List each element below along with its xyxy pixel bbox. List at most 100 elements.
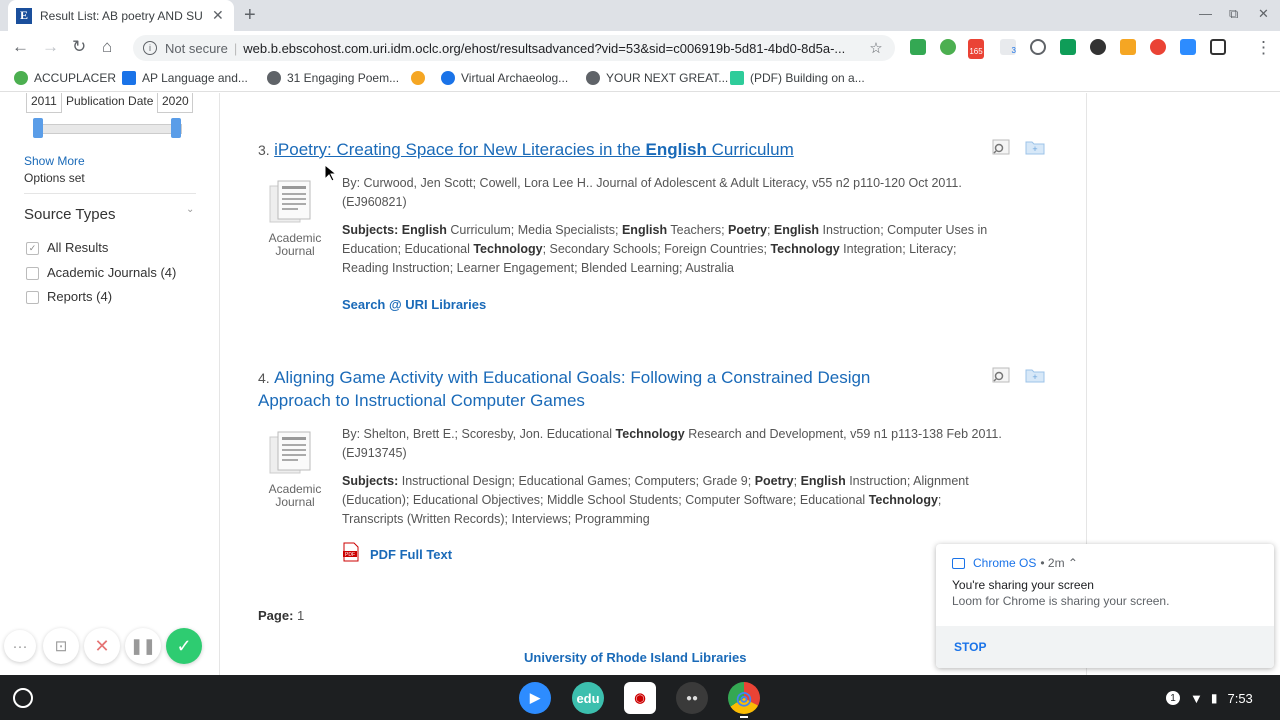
notification-header: Chrome OS • 2m ⌃: [952, 556, 1078, 570]
red-extension-icon[interactable]: [1150, 39, 1166, 55]
title-part: Approach to Instructional Computer Games: [258, 391, 585, 410]
bookmark-label: AP Language and...: [142, 71, 248, 85]
stop-sharing-button[interactable]: STOP: [954, 640, 986, 654]
reload-icon[interactable]: ↻: [72, 37, 86, 57]
reports-label[interactable]: Reports (4): [47, 289, 112, 304]
minimize-icon[interactable]: —: [1199, 6, 1212, 21]
date-slider-track[interactable]: [36, 124, 182, 134]
camera-extension-icon[interactable]: [1180, 39, 1196, 55]
browser-tab[interactable]: E Result List: AB poetry AND SU tea ✕: [8, 0, 234, 31]
extension-badge-icon[interactable]: 3: [1000, 39, 1016, 55]
all-results-checkbox[interactable]: ✓: [26, 242, 39, 255]
date-slider-right-handle[interactable]: [171, 118, 181, 138]
hand-extension-icon[interactable]: [1120, 39, 1136, 55]
loom-more-icon[interactable]: ···: [4, 630, 36, 662]
bookmark-pdf-building[interactable]: (PDF) Building on a...: [730, 71, 865, 85]
add-to-folder-icon[interactable]: +: [1025, 139, 1045, 155]
footer-library-link[interactable]: University of Rhode Island Libraries: [524, 650, 747, 665]
pub-date-from[interactable]: 2011: [26, 93, 62, 113]
reports-checkbox[interactable]: [26, 291, 39, 304]
screencastify-app-icon[interactable]: ◉: [624, 682, 656, 714]
zoom-app-icon[interactable]: ▶: [519, 682, 551, 714]
address-bar[interactable]: i Not secure | web.b.ebscohost.com.uri.i…: [133, 35, 895, 61]
result-3-subjects-line-2: Education; Educational Technology; Secon…: [342, 240, 956, 259]
launcher-icon[interactable]: [13, 688, 33, 708]
subjects-label: Subjects:: [342, 474, 399, 488]
search-uri-libraries-link[interactable]: Search @ URI Libraries: [342, 297, 486, 312]
add-to-folder-icon[interactable]: +: [1025, 367, 1045, 383]
close-window-icon[interactable]: ✕: [1258, 6, 1269, 22]
loom-cancel-icon[interactable]: ✕: [84, 628, 120, 664]
cast-extension-icon[interactable]: [1060, 39, 1076, 55]
result-4-subjects-line-1: Subjects: Instructional Design; Educatio…: [342, 472, 969, 491]
power-extension-icon[interactable]: [1030, 39, 1046, 55]
loom-pause-icon[interactable]: ❚❚: [125, 628, 161, 664]
close-tab-icon[interactable]: ✕: [212, 7, 224, 24]
status-tray[interactable]: 1 ▼ ▮ 7:53: [1166, 685, 1253, 711]
notification-source: Chrome OS: [973, 556, 1037, 570]
clock: 7:53: [1227, 690, 1253, 706]
date-slider-left-handle[interactable]: [33, 118, 43, 138]
meet-app-icon[interactable]: ●●: [676, 682, 708, 714]
home-icon[interactable]: ⌂: [102, 37, 112, 57]
subject-highlight: English: [800, 474, 846, 488]
preview-magnifier-icon[interactable]: [991, 367, 1011, 383]
notification-time[interactable]: • 2m ⌃: [1040, 556, 1078, 570]
doc-type-label: Journal: [275, 244, 315, 258]
url-separator: |: [233, 40, 238, 56]
forward-icon[interactable]: →: [42, 37, 59, 57]
source-types-title[interactable]: Source Types: [24, 206, 115, 223]
ebsco-favicon-icon: E: [16, 7, 32, 24]
gmail-extension-icon[interactable]: 165: [968, 39, 984, 59]
options-set-link[interactable]: Options set: [24, 171, 85, 185]
pdf-full-text-link[interactable]: PDF Full Text: [370, 547, 452, 562]
screen-share-icon: [952, 557, 965, 569]
mouse-cursor-icon: [324, 164, 336, 182]
back-icon[interactable]: ←: [12, 37, 29, 57]
title-part: Aligning Game Activity with Educational …: [274, 368, 871, 387]
academic-journals-checkbox[interactable]: [26, 267, 39, 280]
bookmark-label: Virtual Archaeolog...: [461, 71, 569, 85]
plus-extension-icon[interactable]: [940, 39, 956, 55]
bookmark-hand[interactable]: [411, 71, 431, 85]
subject-text: Integration; Literacy;: [839, 242, 957, 256]
result-4-heading: 4. Aligning Game Activity with Education…: [258, 366, 958, 412]
loom-camera-icon[interactable]: ⊡: [43, 628, 79, 664]
grid-extension-icon[interactable]: [1210, 39, 1226, 55]
show-more-link[interactable]: Show More: [24, 154, 85, 168]
bookmark-ap-language[interactable]: AP Language and...: [122, 71, 248, 85]
subject-text: ; Secondary Schools; Foreign Countries;: [542, 242, 771, 256]
result-4-title-link[interactable]: Aligning Game Activity with Educational …: [258, 368, 870, 410]
bookmark-virtual-archaeology[interactable]: Virtual Archaeolog...: [441, 71, 568, 85]
chevron-down-icon[interactable]: ⌄: [186, 204, 194, 215]
bookmark-your-next-great[interactable]: YOUR NEXT GREAT...: [586, 71, 728, 85]
restore-icon[interactable]: ⧉: [1229, 6, 1238, 22]
notification-body: Loom for Chrome is sharing your screen.: [952, 594, 1170, 608]
academic-journals-label[interactable]: Academic Journals (4): [47, 265, 176, 280]
result-4-subjects-line-2: (Education); Educational Objectives; Mid…: [342, 491, 941, 510]
pub-date-to[interactable]: 2020: [157, 93, 193, 113]
ink-extension-icon[interactable]: [1090, 39, 1106, 55]
all-results-label[interactable]: All Results: [47, 240, 108, 255]
chrome-app-icon[interactable]: ◎: [728, 682, 760, 714]
preview-magnifier-icon[interactable]: [991, 139, 1011, 155]
bookmark-engaging-poem[interactable]: 31 Engaging Poem...: [267, 71, 399, 85]
loom-finish-icon[interactable]: ✓: [166, 628, 202, 664]
subject-highlight: Poetry: [754, 474, 794, 488]
edu-app-icon[interactable]: edu: [572, 682, 604, 714]
page-number[interactable]: 1: [297, 608, 304, 623]
url-text[interactable]: web.b.ebscohost.com.uri.idm.oclc.org/eho…: [243, 41, 863, 56]
result-3-title-link[interactable]: iPoetry: Creating Space for New Literaci…: [274, 140, 794, 159]
extension-badge: 3: [1011, 46, 1016, 55]
bookmark-accuplacer[interactable]: ACCUPLACER: [14, 71, 116, 85]
classroom-extension-icon[interactable]: [910, 39, 926, 55]
menu-icon[interactable]: ⋮: [1255, 38, 1272, 58]
wifi-icon: ▼: [1190, 690, 1203, 706]
subject-highlight: Poetry: [728, 223, 767, 237]
new-tab-icon[interactable]: +: [244, 4, 256, 27]
bookmark-star-icon[interactable]: ☆: [869, 39, 882, 57]
pdf-icon[interactable]: PDF: [342, 542, 360, 562]
screen-share-notification: Chrome OS • 2m ⌃ You're sharing your scre…: [936, 544, 1274, 668]
info-icon[interactable]: i: [143, 41, 157, 55]
subject-text: Teachers;: [667, 223, 729, 237]
